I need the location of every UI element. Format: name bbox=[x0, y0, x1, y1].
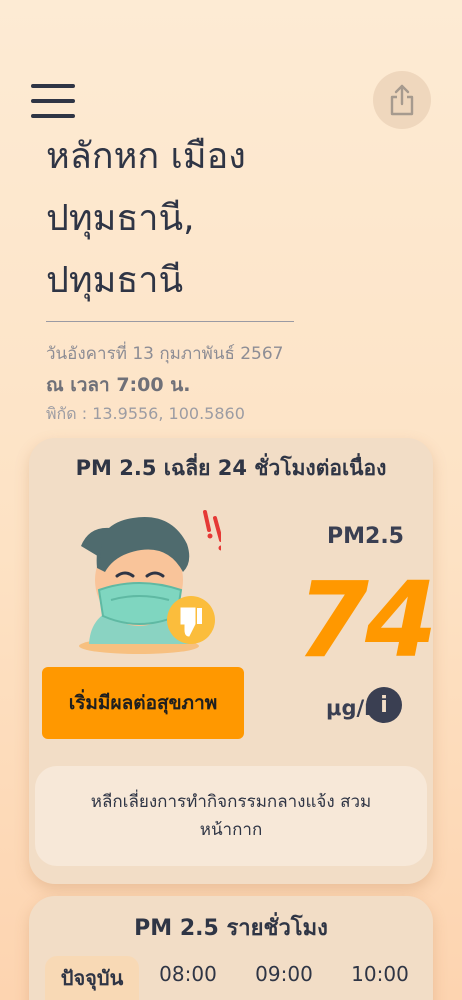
coordinates-text: พิกัด : 13.9556, 100.5860 bbox=[46, 404, 245, 423]
hour-item-current[interactable]: ปัจจุบัน bbox=[45, 956, 139, 1000]
menu-button[interactable] bbox=[31, 84, 75, 118]
time-text: ณ เวลา 7:00 น. bbox=[46, 374, 191, 396]
location-line-3: ปทุมธานี bbox=[46, 260, 184, 301]
pm25-24h-card: PM 2.5 เฉลี่ย 24 ชั่วโมงต่อเนื่อง PM2.5 … bbox=[29, 438, 438, 884]
share-button[interactable] bbox=[373, 71, 431, 129]
hour-item[interactable]: 10:00 bbox=[333, 956, 427, 1000]
hourly-list: ปัจจุบัน 08:00 09:00 10:00 bbox=[45, 956, 427, 1000]
share-icon bbox=[390, 84, 414, 116]
hour-item[interactable]: 09:00 bbox=[237, 956, 331, 1000]
pm25-value: 74 bbox=[296, 559, 438, 681]
masked-face-icon bbox=[79, 510, 221, 654]
pm25-hourly-card: PM 2.5 รายชั่วโมง ปัจจุบัน 08:00 09:00 1… bbox=[29, 896, 433, 1000]
info-button[interactable]: i bbox=[366, 687, 402, 723]
info-icon: i bbox=[380, 692, 388, 718]
pm25-24h-title: PM 2.5 เฉลี่ย 24 ชั่วโมงต่อเนื่อง bbox=[75, 456, 387, 480]
location-line-1: หลักหก เมือง bbox=[46, 136, 246, 177]
date-text: วันอังคารที่ 13 กุมภาพันธ์ 2567 bbox=[46, 344, 284, 364]
hamburger-menu-icon bbox=[31, 84, 75, 88]
location-title: หลักหก เมือง ปทุมธานี, ปทุมธานี bbox=[46, 126, 406, 312]
pm25-label: PM2.5 bbox=[327, 524, 404, 549]
pm25-hourly-title: PM 2.5 รายชั่วโมง bbox=[134, 916, 328, 941]
health-level-button[interactable]: เริ่มมีผลต่อสุขภาพ bbox=[42, 667, 244, 739]
divider bbox=[46, 321, 294, 322]
hour-item[interactable]: 08:00 bbox=[141, 956, 235, 1000]
advice-box: หลีกเลี่ยงการทำกิจกรรมกลางแจ้ง สวมหน้ากา… bbox=[35, 766, 427, 866]
location-line-2: ปทุมธานี, bbox=[46, 198, 195, 239]
